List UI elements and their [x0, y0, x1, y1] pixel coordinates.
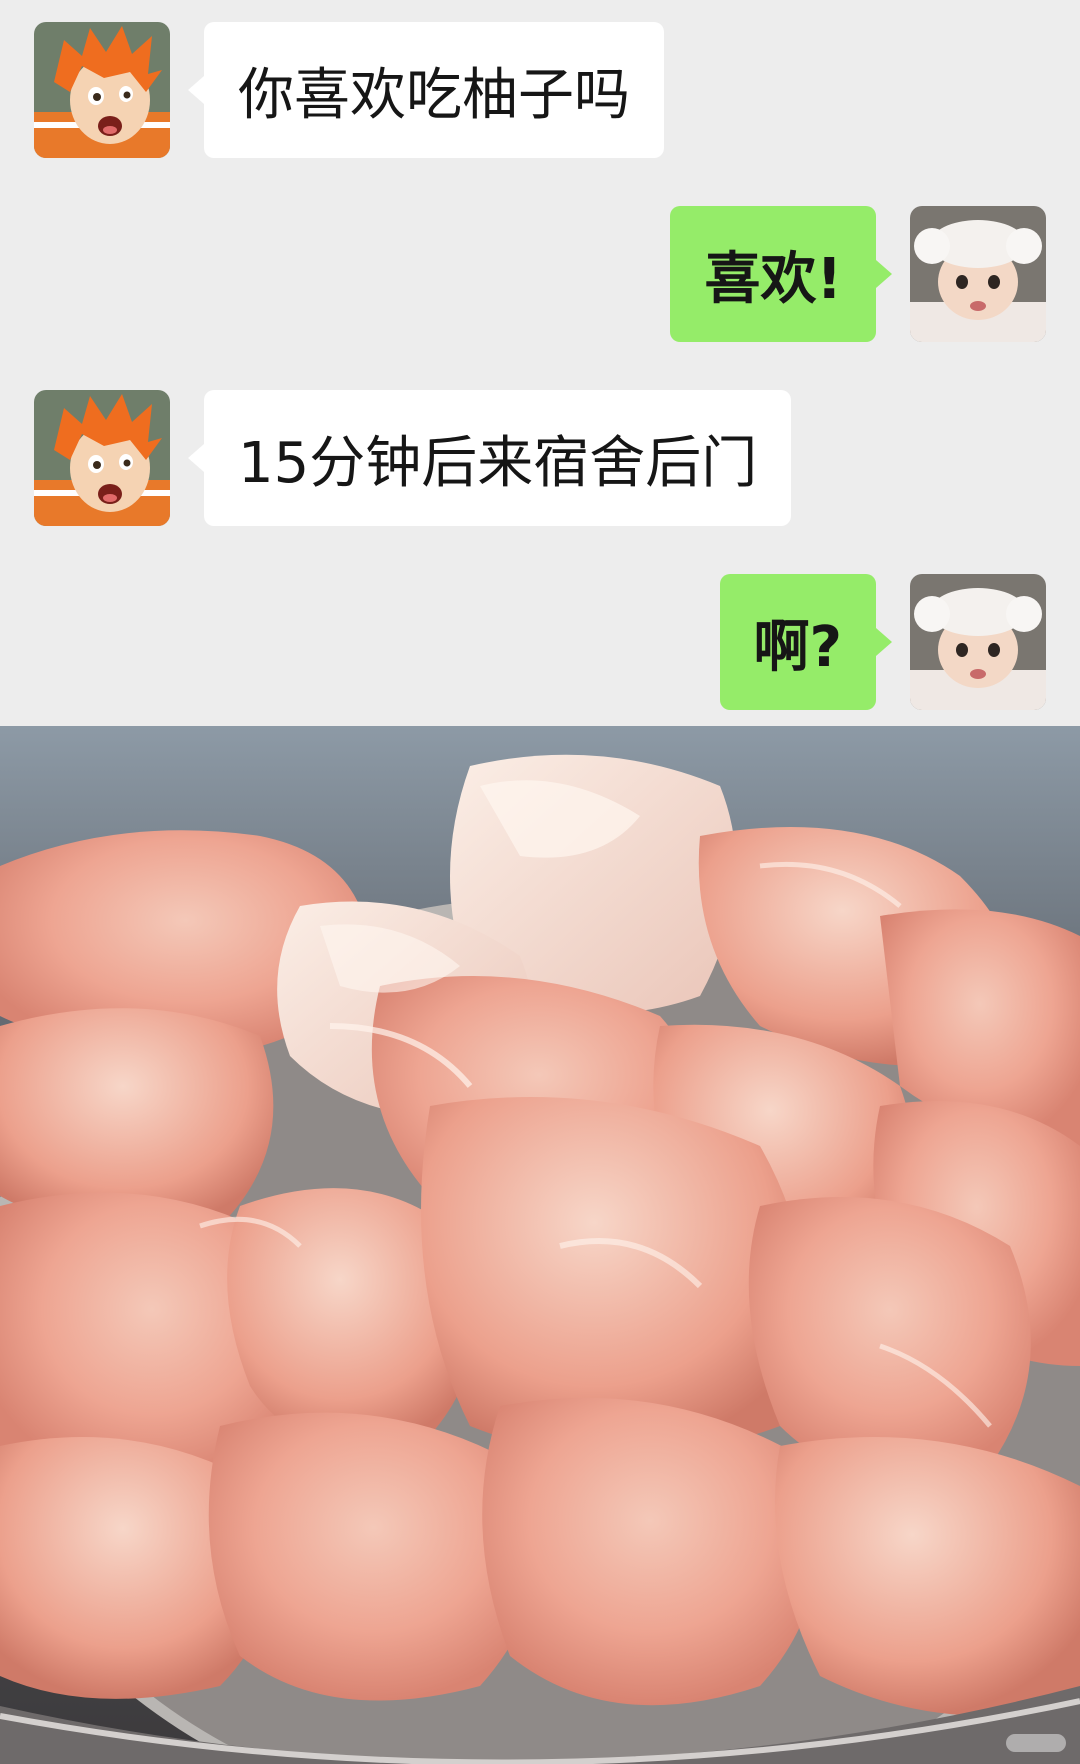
bubble-tail	[876, 260, 892, 288]
bubble-tail	[188, 76, 204, 104]
incoming-message-bubble[interactable]: 15分钟后来宿舍后门	[204, 390, 792, 526]
pomelo-photo[interactable]	[0, 726, 1080, 1764]
watermark	[1006, 1734, 1066, 1752]
bubble-tail	[188, 444, 204, 472]
my-avatar-icon[interactable]	[910, 574, 1046, 710]
message-row: 喜欢!	[0, 206, 1080, 342]
message-row: 你喜欢吃柚子吗	[0, 22, 1080, 158]
message-row: 15分钟后来宿舍后门	[0, 390, 1080, 526]
other-avatar-icon[interactable]	[34, 22, 170, 158]
other-avatar-icon[interactable]	[34, 390, 170, 526]
incoming-message-bubble[interactable]: 你喜欢吃柚子吗	[204, 22, 664, 158]
bubble-tail	[876, 628, 892, 656]
message-text: 15分钟后来宿舍后门	[238, 430, 758, 496]
outgoing-message-bubble[interactable]: 啊?	[719, 574, 876, 710]
message-row: 啊?	[0, 574, 1080, 710]
chat-area: 你喜欢吃柚子吗 喜欢! 15分钟后来宿舍后门 啊?	[0, 0, 1080, 726]
message-text: 喜欢!	[704, 246, 842, 312]
my-avatar-icon[interactable]	[910, 206, 1046, 342]
outgoing-message-bubble[interactable]: 喜欢!	[670, 206, 876, 342]
message-text: 啊?	[753, 614, 842, 680]
message-text: 你喜欢吃柚子吗	[238, 62, 630, 128]
